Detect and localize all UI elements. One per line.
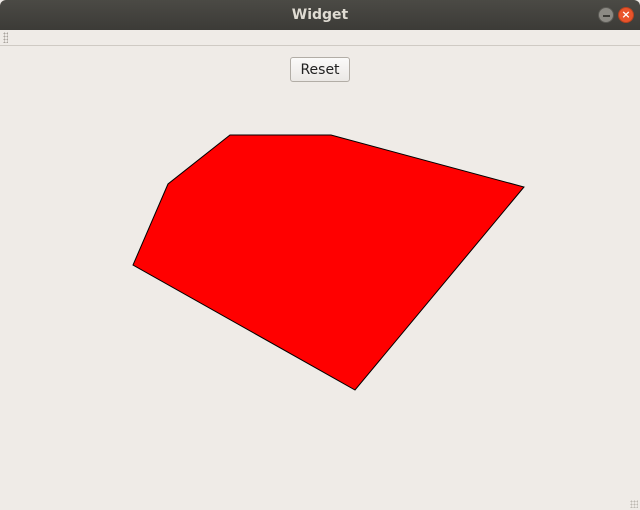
red-polygon[interactable]: [132, 134, 525, 391]
app-window: Widget × Reset: [0, 0, 640, 510]
resize-grip-icon[interactable]: [630, 500, 638, 508]
reset-button[interactable]: Reset: [290, 57, 350, 82]
